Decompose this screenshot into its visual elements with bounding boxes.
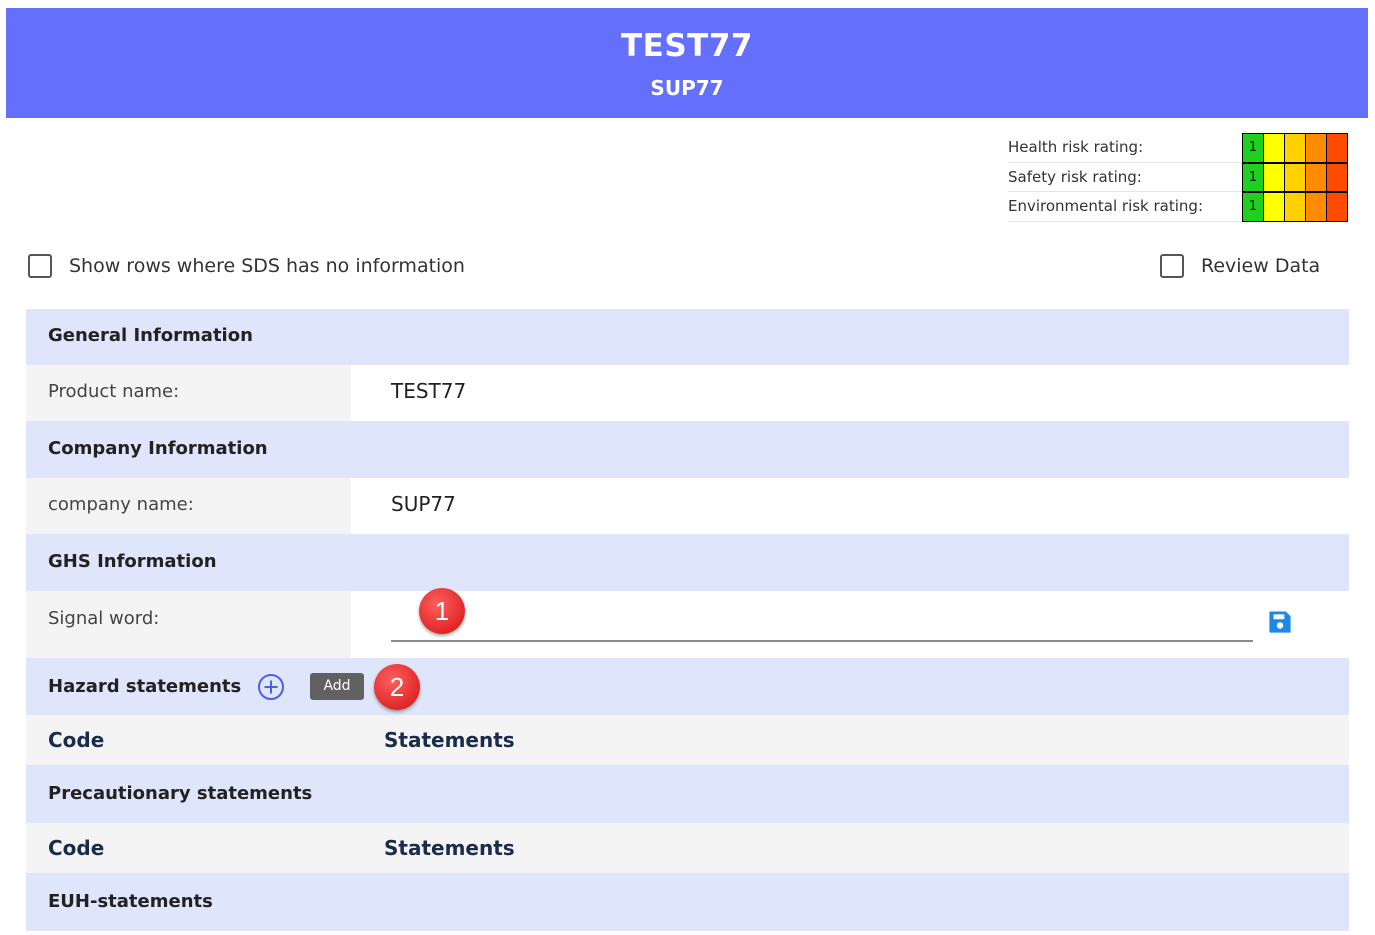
rating-cell-5 bbox=[1327, 134, 1348, 163]
column-code: Code bbox=[48, 836, 105, 860]
signal-word-label: Signal word: bbox=[48, 608, 160, 629]
health-risk-scale: 1 bbox=[1242, 133, 1348, 163]
rating-cell-1: 1 bbox=[1243, 193, 1264, 222]
rating-cell-1: 1 bbox=[1243, 134, 1264, 163]
section-precautionary-statements: Precautionary statements bbox=[26, 766, 1349, 823]
safety-risk-label: Safety risk rating: bbox=[1008, 163, 1242, 192]
rating-cell-4 bbox=[1306, 163, 1327, 192]
save-icon[interactable] bbox=[1267, 609, 1293, 635]
section-company-information: Company Information bbox=[26, 421, 1349, 478]
rating-cell-4 bbox=[1306, 134, 1327, 163]
company-name-label: company name: bbox=[48, 494, 194, 515]
column-statements: Statements bbox=[384, 728, 515, 752]
section-title: General Information bbox=[48, 325, 253, 346]
section-ghs-information: GHS Information bbox=[26, 534, 1349, 591]
product-name-value: TEST77 bbox=[391, 379, 467, 403]
rating-cell-3 bbox=[1285, 163, 1306, 192]
health-risk-label: Health risk rating: bbox=[1008, 133, 1242, 163]
hazard-column-header: Code Statements bbox=[26, 715, 1349, 766]
rating-cell-3 bbox=[1285, 193, 1306, 222]
row-product-name: Product name: TEST77 bbox=[26, 365, 1349, 421]
annotation-badge-2: 2 bbox=[374, 664, 420, 710]
rating-cell-2 bbox=[1264, 193, 1285, 222]
rating-cell-2 bbox=[1264, 163, 1285, 192]
safety-risk-scale: 1 bbox=[1242, 162, 1348, 192]
review-data-checkbox[interactable] bbox=[1160, 253, 1184, 278]
page-title: TEST77 bbox=[621, 28, 753, 64]
rating-cell-4 bbox=[1306, 193, 1327, 222]
environmental-risk-scale: 1 bbox=[1242, 192, 1348, 222]
section-title: GHS Information bbox=[48, 551, 217, 572]
section-euh-statements: EUH-statements bbox=[26, 874, 1349, 931]
row-signal-word: Signal word: 1 bbox=[26, 588, 1349, 658]
add-circle-icon[interactable] bbox=[257, 673, 285, 701]
company-name-link[interactable]: SUP77 bbox=[391, 492, 456, 516]
section-title: Precautionary statements bbox=[48, 783, 313, 804]
show-empty-rows-toggle[interactable]: Show rows where SDS has no information bbox=[28, 253, 465, 278]
section-title: Hazard statements bbox=[48, 676, 242, 697]
precautionary-column-header: Code Statements bbox=[26, 823, 1349, 874]
rating-cell-2 bbox=[1264, 134, 1285, 163]
environmental-risk-rating: Environmental risk rating: 1 bbox=[1008, 192, 1349, 222]
health-risk-rating: Health risk rating: 1 bbox=[1008, 133, 1349, 163]
product-name-label: Product name: bbox=[48, 381, 180, 402]
field-label-cell: Product name: bbox=[26, 365, 351, 421]
section-title: EUH-statements bbox=[48, 891, 213, 912]
rating-cell-5 bbox=[1327, 193, 1348, 222]
rating-cell-1: 1 bbox=[1243, 163, 1264, 192]
rating-cell-3 bbox=[1285, 134, 1306, 163]
risk-ratings: Health risk rating: 1 Safety risk rating… bbox=[1008, 133, 1349, 222]
section-general-information: General Information bbox=[26, 309, 1349, 365]
review-data-label: Review Data bbox=[1201, 254, 1321, 277]
column-statements: Statements bbox=[384, 836, 515, 860]
section-hazard-statements: Hazard statements Add 2 bbox=[26, 658, 1349, 715]
add-hazard-button[interactable]: Add bbox=[310, 673, 364, 700]
show-empty-rows-label: Show rows where SDS has no information bbox=[69, 254, 465, 277]
review-data-toggle[interactable]: Review Data bbox=[1160, 253, 1320, 278]
annotation-badge-1: 1 bbox=[419, 588, 465, 634]
section-title: Company Information bbox=[48, 438, 268, 459]
field-label-cell: Signal word: bbox=[26, 591, 351, 658]
column-code: Code bbox=[48, 728, 105, 752]
signal-word-input[interactable] bbox=[391, 640, 1253, 642]
row-company-name: company name: SUP77 bbox=[26, 478, 1349, 534]
rating-cell-5 bbox=[1327, 163, 1348, 192]
show-empty-rows-checkbox[interactable] bbox=[28, 253, 52, 278]
field-label-cell: company name: bbox=[26, 478, 351, 534]
safety-risk-rating: Safety risk rating: 1 bbox=[1008, 162, 1349, 192]
environmental-risk-label: Environmental risk rating: bbox=[1008, 192, 1242, 222]
page-subtitle: SUP77 bbox=[650, 76, 724, 100]
page-header: TEST77 SUP77 bbox=[6, 8, 1368, 118]
